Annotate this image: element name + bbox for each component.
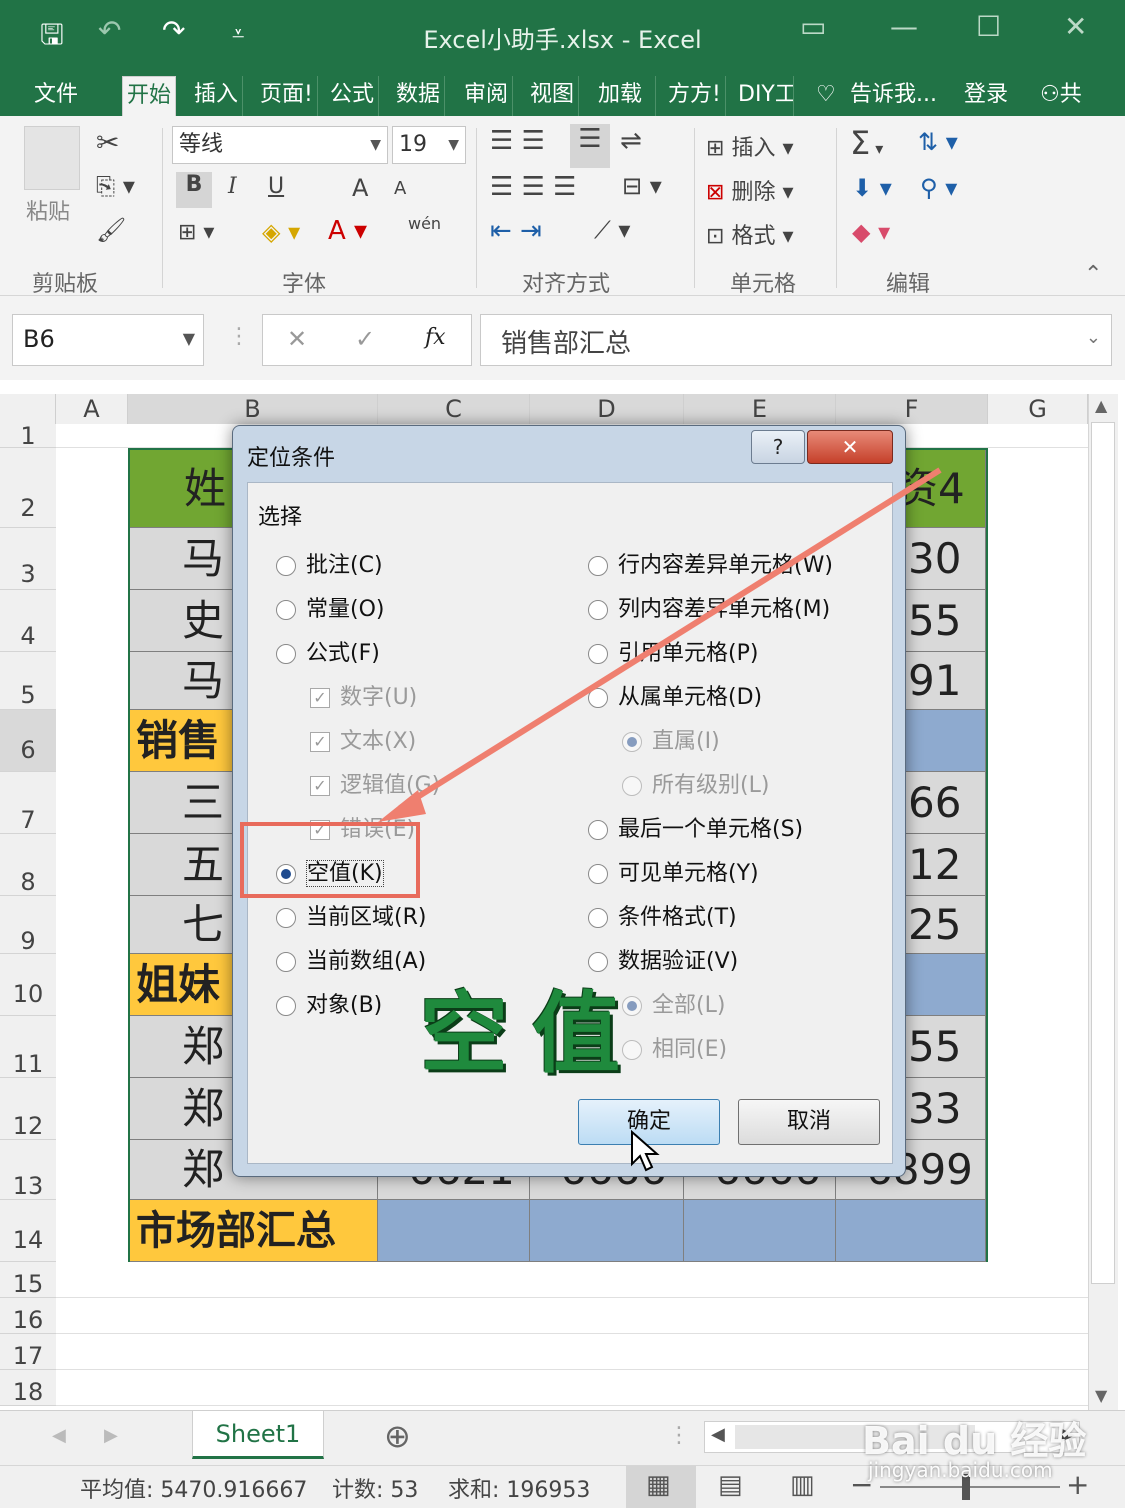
- watermark-url: jingyan.baidu.com: [868, 1458, 1053, 1482]
- annotation-arrow: [378, 467, 942, 822]
- page-break-view-icon[interactable]: ▥: [790, 1470, 815, 1500]
- status-count: 计数: 53: [332, 1478, 419, 1503]
- add-sheet-icon[interactable]: ⊕: [384, 1417, 411, 1455]
- more-icon: ⋮: [668, 1423, 690, 1448]
- normal-view-button[interactable]: ▦: [626, 1466, 696, 1508]
- arrow-head: [378, 790, 426, 822]
- scroll-left-icon[interactable]: ◀: [711, 1424, 725, 1445]
- grid-view-icon: ▦: [646, 1470, 671, 1500]
- zoom-in-icon[interactable]: +: [1066, 1468, 1089, 1501]
- page-layout-view-icon[interactable]: ▤: [718, 1470, 743, 1500]
- next-sheet-icon[interactable]: ▶: [104, 1425, 118, 1446]
- zoom-slider[interactable]: [880, 1486, 1060, 1488]
- prev-sheet-icon[interactable]: ◀: [52, 1425, 66, 1446]
- arrow-shaft: [398, 467, 942, 811]
- sheet-tab[interactable]: Sheet1: [192, 1411, 324, 1459]
- watermark-brand: Bai du 经验: [862, 1419, 1087, 1463]
- status-sum: 求和: 196953: [448, 1478, 591, 1503]
- status-average: 平均值: 5470.916667: [80, 1478, 308, 1503]
- mouse-cursor-icon: [631, 1130, 660, 1172]
